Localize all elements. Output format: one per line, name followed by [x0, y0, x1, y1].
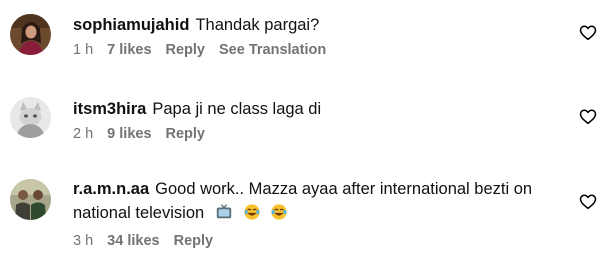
reply-button[interactable]: Reply	[166, 42, 206, 58]
reply-button[interactable]: Reply	[166, 126, 206, 142]
profile-photo-two-men-icon	[10, 179, 51, 220]
laughing-crying-emoji-icon	[271, 204, 287, 220]
television-emoji-icon	[216, 204, 231, 219]
heart-outline-icon[interactable]	[579, 108, 597, 126]
avatar[interactable]	[10, 14, 51, 55]
comment-text-line: r.a.m.n.aa Good work.. Mazza ayaa after i…	[73, 178, 562, 201]
likes-count[interactable]: 9 likes	[107, 126, 151, 142]
avatar[interactable]	[10, 179, 51, 220]
avatar[interactable]	[10, 97, 51, 138]
profile-photo-cat-icon	[10, 97, 51, 138]
likes-count[interactable]: 7 likes	[107, 42, 151, 58]
timestamp[interactable]: 3 h	[73, 233, 93, 249]
comment-meta: 2 h 9 likes Reply	[73, 126, 562, 142]
comment-text-continued: national television	[73, 204, 205, 222]
comment-text: Thandak pargai?	[195, 16, 320, 34]
laughing-crying-emoji-icon	[244, 204, 261, 220]
comment-meta: 3 h 34 likes Reply	[73, 233, 562, 249]
profile-photo-woman-icon	[10, 14, 51, 55]
comment-text-line-2: national television	[73, 202, 562, 225]
comment-meta: 1 h 7 likes Reply See Translation	[73, 42, 562, 58]
timestamp[interactable]: 1 h	[73, 42, 93, 58]
heart-outline-icon[interactable]	[579, 193, 597, 211]
comment-text: Papa ji ne class laga di	[152, 100, 322, 118]
comment-text-line: itsm3hira Papa ji ne class laga di	[73, 98, 562, 121]
comment-item: sophiamujahid Thandak pargai? 1 h 7 likes…	[0, 0, 602, 80]
username-link[interactable]: r.a.m.n.aa	[73, 180, 149, 198]
reply-button[interactable]: Reply	[174, 233, 214, 249]
comment-text: Good work.. Mazza ayaa after internation…	[155, 180, 533, 198]
comment-text-line: sophiamujahid Thandak pargai?	[73, 14, 562, 37]
comment-item: r.a.m.n.aa Good work.. Mazza ayaa after i…	[0, 164, 602, 254]
likes-count[interactable]: 34 likes	[107, 233, 159, 249]
username-link[interactable]: sophiamujahid	[73, 16, 189, 34]
comment-item: itsm3hira Papa ji ne class laga di 2 h 9 …	[0, 80, 602, 164]
heart-outline-icon[interactable]	[579, 24, 597, 42]
username-link[interactable]: itsm3hira	[73, 100, 146, 118]
timestamp[interactable]: 2 h	[73, 126, 93, 142]
see-translation-button[interactable]: See Translation	[219, 42, 326, 58]
